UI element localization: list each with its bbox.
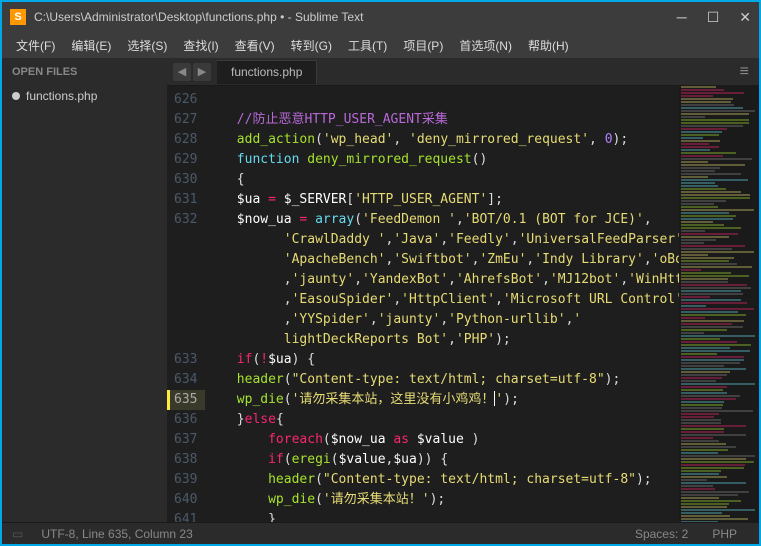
hamburger-icon[interactable]: ≡ [730, 63, 759, 81]
menu-find[interactable]: 查找(I) [175, 37, 226, 54]
app-icon: S [10, 9, 26, 25]
open-file-item[interactable]: functions.php [2, 86, 167, 106]
menu-project[interactable]: 项目(P) [395, 37, 451, 54]
menu-tools[interactable]: 工具(T) [340, 37, 395, 54]
menu-select[interactable]: 选择(S) [119, 37, 175, 54]
menu-prefs[interactable]: 首选项(N) [451, 37, 520, 54]
menu-file[interactable]: 文件(F) [8, 37, 63, 54]
window-title: C:\Users\Administrator\Desktop\functions… [34, 10, 677, 24]
minimap[interactable] [679, 86, 759, 522]
minimize-button[interactable]: ─ [677, 9, 687, 26]
statusbar: ▭ UTF-8, Line 635, Column 23 Spaces: 2 P… [2, 522, 759, 544]
titlebar: S C:\Users\Administrator\Desktop\functio… [2, 2, 759, 32]
status-lang[interactable]: PHP [700, 527, 749, 541]
tab-functions[interactable]: functions.php [217, 60, 317, 84]
code-area[interactable]: //防止恶意HTTP_USER_AGENT采集 add_action('wp_h… [205, 86, 679, 522]
nav-forward-icon[interactable]: ▶ [193, 63, 211, 81]
menu-help[interactable]: 帮助(H) [520, 37, 577, 54]
app-window: S C:\Users\Administrator\Desktop\functio… [0, 0, 761, 546]
close-button[interactable]: ✕ [739, 9, 751, 26]
open-files-header: OPEN FILES [2, 58, 167, 86]
menu-view[interactable]: 查看(V) [227, 37, 283, 54]
modified-dot-icon [12, 92, 20, 100]
console-icon[interactable]: ▭ [12, 527, 23, 541]
open-file-label: functions.php [26, 89, 97, 103]
status-position[interactable]: UTF-8, Line 635, Column 23 [29, 527, 204, 541]
maximize-button[interactable]: ☐ [707, 9, 720, 26]
tab-bar: OPEN FILES ◀ ▶ functions.php ≡ [2, 58, 759, 86]
body-area: functions.php 626627628629630631632 6336… [2, 86, 759, 522]
line-gutter: 626627628629630631632 633634635636637638… [167, 86, 205, 522]
menu-edit[interactable]: 编辑(E) [63, 37, 119, 54]
editor[interactable]: 626627628629630631632 633634635636637638… [167, 86, 759, 522]
menubar: 文件(F) 编辑(E) 选择(S) 查找(I) 查看(V) 转到(G) 工具(T… [2, 32, 759, 58]
status-spaces[interactable]: Spaces: 2 [623, 527, 700, 541]
sidebar: functions.php [2, 86, 167, 522]
menu-goto[interactable]: 转到(G) [283, 37, 340, 54]
nav-back-icon[interactable]: ◀ [173, 63, 191, 81]
